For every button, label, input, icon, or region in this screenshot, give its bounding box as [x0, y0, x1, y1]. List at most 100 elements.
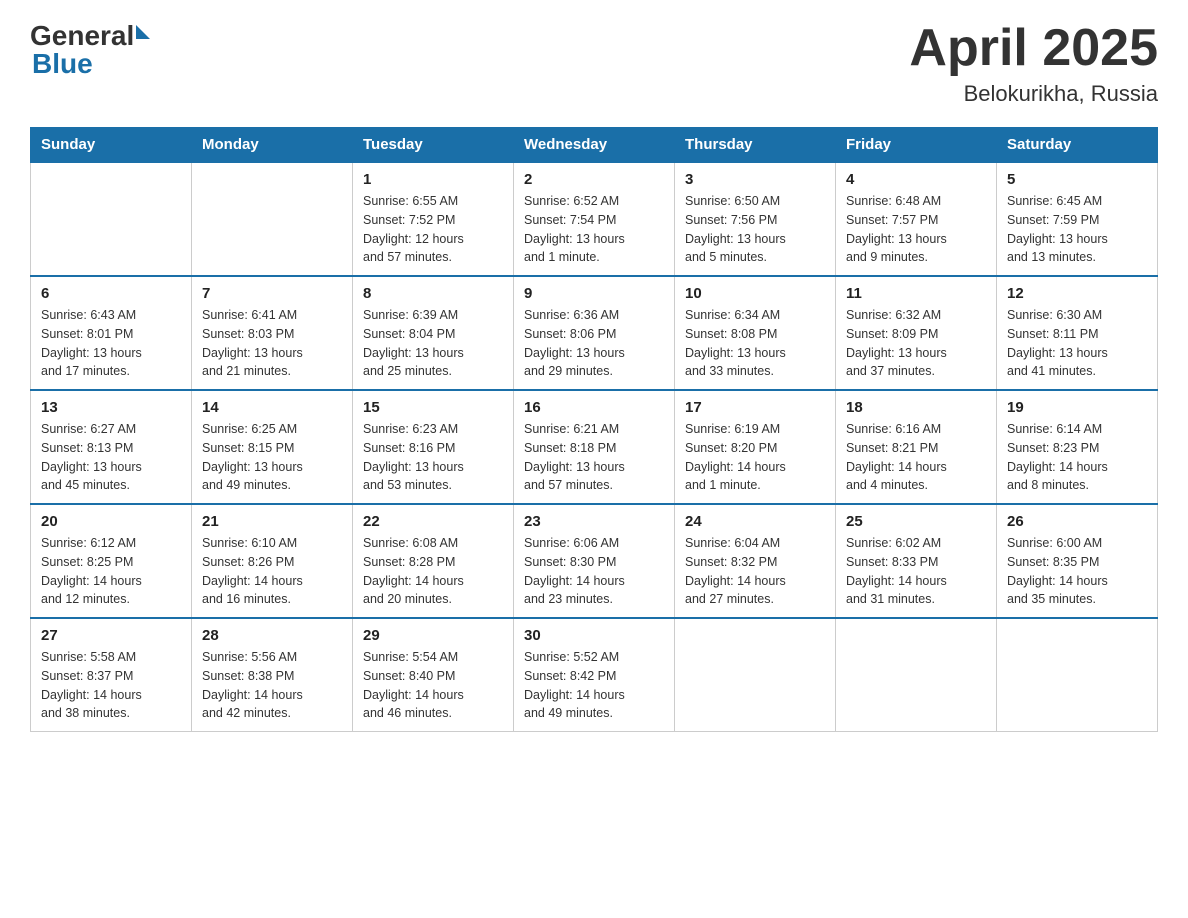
day-number: 20 — [41, 513, 181, 530]
day-info: Sunrise: 6:36 AMSunset: 8:06 PMDaylight:… — [524, 306, 664, 381]
calendar-cell: 26 Sunrise: 6:00 AMSunset: 8:35 PMDayligh… — [997, 504, 1158, 618]
day-number: 11 — [846, 285, 986, 302]
calendar-cell: 6 Sunrise: 6:43 AMSunset: 8:01 PMDaylight… — [31, 276, 192, 390]
day-info: Sunrise: 6:25 AMSunset: 8:15 PMDaylight:… — [202, 420, 342, 495]
day-number: 27 — [41, 627, 181, 644]
page-header: General Blue April 2025 Belokurikha, Rus… — [30, 20, 1158, 107]
day-number: 3 — [685, 171, 825, 188]
day-number: 13 — [41, 399, 181, 416]
day-info: Sunrise: 6:10 AMSunset: 8:26 PMDaylight:… — [202, 534, 342, 609]
calendar-cell: 24 Sunrise: 6:04 AMSunset: 8:32 PMDayligh… — [675, 504, 836, 618]
calendar-subtitle: Belokurikha, Russia — [909, 81, 1158, 107]
logo-blue-text: Blue — [32, 48, 150, 80]
day-info: Sunrise: 6:27 AMSunset: 8:13 PMDaylight:… — [41, 420, 181, 495]
day-number: 12 — [1007, 285, 1147, 302]
weekday-header-tuesday: Tuesday — [353, 128, 514, 163]
day-number: 29 — [363, 627, 503, 644]
weekday-header-wednesday: Wednesday — [514, 128, 675, 163]
calendar-cell: 13 Sunrise: 6:27 AMSunset: 8:13 PMDayligh… — [31, 390, 192, 504]
calendar-cell — [675, 618, 836, 732]
calendar-cell: 15 Sunrise: 6:23 AMSunset: 8:16 PMDayligh… — [353, 390, 514, 504]
calendar-header: SundayMondayTuesdayWednesdayThursdayFrid… — [31, 128, 1158, 163]
calendar-body: 1Sunrise: 6:55 AMSunset: 7:52 PMDaylight… — [31, 162, 1158, 732]
calendar-cell: 12 Sunrise: 6:30 AMSunset: 8:11 PMDayligh… — [997, 276, 1158, 390]
calendar-table: SundayMondayTuesdayWednesdayThursdayFrid… — [30, 127, 1158, 732]
calendar-cell: 1Sunrise: 6:55 AMSunset: 7:52 PMDaylight… — [353, 162, 514, 276]
calendar-week-row: 1Sunrise: 6:55 AMSunset: 7:52 PMDaylight… — [31, 162, 1158, 276]
day-number: 24 — [685, 513, 825, 530]
calendar-cell — [836, 618, 997, 732]
day-info: Sunrise: 6:23 AMSunset: 8:16 PMDaylight:… — [363, 420, 503, 495]
day-number: 25 — [846, 513, 986, 530]
weekday-header-friday: Friday — [836, 128, 997, 163]
day-info: Sunrise: 5:56 AMSunset: 8:38 PMDaylight:… — [202, 648, 342, 723]
weekday-header-row: SundayMondayTuesdayWednesdayThursdayFrid… — [31, 128, 1158, 163]
day-number: 28 — [202, 627, 342, 644]
calendar-week-row: 27 Sunrise: 5:58 AMSunset: 8:37 PMDayligh… — [31, 618, 1158, 732]
day-number: 6 — [41, 285, 181, 302]
weekday-header-sunday: Sunday — [31, 128, 192, 163]
day-info: Sunrise: 5:58 AMSunset: 8:37 PMDaylight:… — [41, 648, 181, 723]
day-info: Sunrise: 6:14 AMSunset: 8:23 PMDaylight:… — [1007, 420, 1147, 495]
calendar-title: April 2025 — [909, 20, 1158, 77]
calendar-week-row: 13 Sunrise: 6:27 AMSunset: 8:13 PMDayligh… — [31, 390, 1158, 504]
day-info: Sunrise: 6:00 AMSunset: 8:35 PMDaylight:… — [1007, 534, 1147, 609]
day-number: 26 — [1007, 513, 1147, 530]
day-info: Sunrise: 6:50 AMSunset: 7:56 PMDaylight:… — [685, 192, 825, 267]
weekday-header-saturday: Saturday — [997, 128, 1158, 163]
calendar-cell: 20 Sunrise: 6:12 AMSunset: 8:25 PMDayligh… — [31, 504, 192, 618]
calendar-week-row: 6 Sunrise: 6:43 AMSunset: 8:01 PMDaylight… — [31, 276, 1158, 390]
calendar-cell: 14 Sunrise: 6:25 AMSunset: 8:15 PMDayligh… — [192, 390, 353, 504]
day-info: Sunrise: 6:02 AMSunset: 8:33 PMDaylight:… — [846, 534, 986, 609]
day-number: 10 — [685, 285, 825, 302]
calendar-week-row: 20 Sunrise: 6:12 AMSunset: 8:25 PMDayligh… — [31, 504, 1158, 618]
day-info: Sunrise: 6:30 AMSunset: 8:11 PMDaylight:… — [1007, 306, 1147, 381]
day-info: Sunrise: 6:21 AMSunset: 8:18 PMDaylight:… — [524, 420, 664, 495]
calendar-cell: 8Sunrise: 6:39 AMSunset: 8:04 PMDaylight… — [353, 276, 514, 390]
day-info: Sunrise: 6:52 AMSunset: 7:54 PMDaylight:… — [524, 192, 664, 267]
calendar-cell: 18Sunrise: 6:16 AMSunset: 8:21 PMDayligh… — [836, 390, 997, 504]
calendar-cell: 28 Sunrise: 5:56 AMSunset: 8:38 PMDayligh… — [192, 618, 353, 732]
day-info: Sunrise: 5:54 AMSunset: 8:40 PMDaylight:… — [363, 648, 503, 723]
calendar-cell: 23Sunrise: 6:06 AMSunset: 8:30 PMDayligh… — [514, 504, 675, 618]
day-number: 5 — [1007, 171, 1147, 188]
calendar-cell: 22 Sunrise: 6:08 AMSunset: 8:28 PMDayligh… — [353, 504, 514, 618]
day-info: Sunrise: 5:52 AMSunset: 8:42 PMDaylight:… — [524, 648, 664, 723]
logo: General Blue — [30, 20, 150, 80]
day-info: Sunrise: 6:39 AMSunset: 8:04 PMDaylight:… — [363, 306, 503, 381]
weekday-header-monday: Monday — [192, 128, 353, 163]
day-number: 15 — [363, 399, 503, 416]
day-info: Sunrise: 6:45 AMSunset: 7:59 PMDaylight:… — [1007, 192, 1147, 267]
day-number: 7 — [202, 285, 342, 302]
day-info: Sunrise: 6:43 AMSunset: 8:01 PMDaylight:… — [41, 306, 181, 381]
day-number: 14 — [202, 399, 342, 416]
day-number: 18 — [846, 399, 986, 416]
logo-arrow-icon — [136, 25, 150, 39]
day-number: 21 — [202, 513, 342, 530]
day-number: 16 — [524, 399, 664, 416]
calendar-cell — [997, 618, 1158, 732]
day-info: Sunrise: 6:04 AMSunset: 8:32 PMDaylight:… — [685, 534, 825, 609]
day-info: Sunrise: 6:34 AMSunset: 8:08 PMDaylight:… — [685, 306, 825, 381]
day-number: 9 — [524, 285, 664, 302]
calendar-cell: 5 Sunrise: 6:45 AMSunset: 7:59 PMDaylight… — [997, 162, 1158, 276]
calendar-cell: 2Sunrise: 6:52 AMSunset: 7:54 PMDaylight… — [514, 162, 675, 276]
day-info: Sunrise: 6:12 AMSunset: 8:25 PMDaylight:… — [41, 534, 181, 609]
calendar-cell: 16 Sunrise: 6:21 AMSunset: 8:18 PMDayligh… — [514, 390, 675, 504]
day-info: Sunrise: 6:08 AMSunset: 8:28 PMDaylight:… — [363, 534, 503, 609]
day-number: 23 — [524, 513, 664, 530]
day-info: Sunrise: 6:55 AMSunset: 7:52 PMDaylight:… — [363, 192, 503, 267]
day-number: 22 — [363, 513, 503, 530]
calendar-cell: 19 Sunrise: 6:14 AMSunset: 8:23 PMDayligh… — [997, 390, 1158, 504]
calendar-cell: 25 Sunrise: 6:02 AMSunset: 8:33 PMDayligh… — [836, 504, 997, 618]
calendar-cell: 11Sunrise: 6:32 AMSunset: 8:09 PMDayligh… — [836, 276, 997, 390]
calendar-cell: 10 Sunrise: 6:34 AMSunset: 8:08 PMDayligh… — [675, 276, 836, 390]
calendar-title-block: April 2025 Belokurikha, Russia — [909, 20, 1158, 107]
day-number: 19 — [1007, 399, 1147, 416]
calendar-cell: 3 Sunrise: 6:50 AMSunset: 7:56 PMDaylight… — [675, 162, 836, 276]
day-info: Sunrise: 6:19 AMSunset: 8:20 PMDaylight:… — [685, 420, 825, 495]
calendar-cell: 17Sunrise: 6:19 AMSunset: 8:20 PMDayligh… — [675, 390, 836, 504]
day-info: Sunrise: 6:48 AMSunset: 7:57 PMDaylight:… — [846, 192, 986, 267]
day-number: 30 — [524, 627, 664, 644]
calendar-cell — [192, 162, 353, 276]
